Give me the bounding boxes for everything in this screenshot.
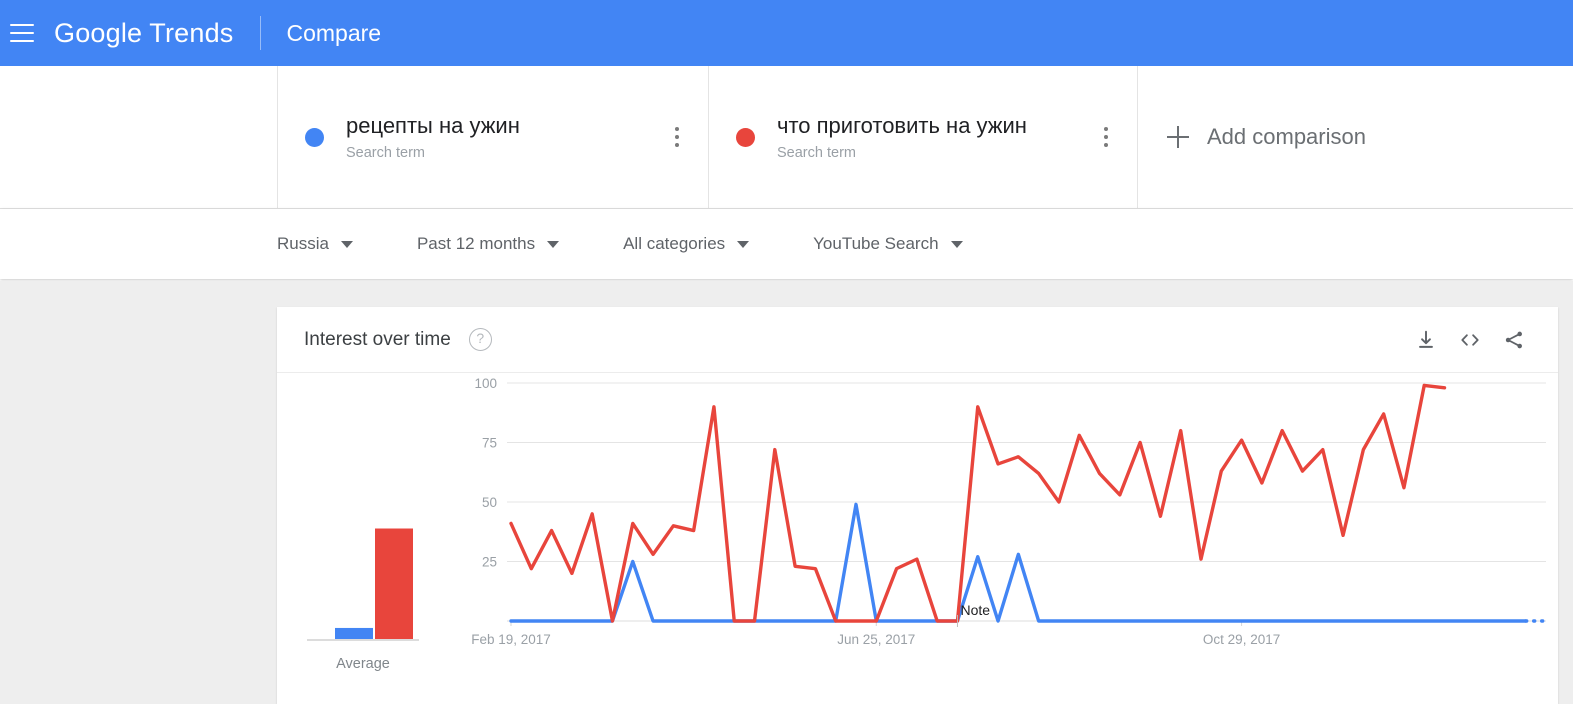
- series-color-dot-1: [305, 127, 324, 147]
- add-comparison-button[interactable]: Add comparison: [1167, 124, 1366, 150]
- average-bars-panel: Average: [277, 373, 449, 704]
- search-term-text-group-1: рецепты на ужин Search term: [346, 111, 664, 164]
- y-axis-tick: 50: [482, 495, 497, 510]
- search-term-type-2: Search term: [777, 144, 856, 161]
- series-color-dot-2: [736, 127, 755, 147]
- filter-category-label: All categories: [623, 234, 726, 253]
- section-title-compare: Compare: [286, 19, 382, 46]
- card-title: Interest over time: [304, 328, 451, 350]
- x-axis-tick: Jun 25, 2017: [837, 632, 915, 647]
- filter-search-type-label: YouTube Search: [813, 234, 939, 253]
- share-icon[interactable]: [1492, 318, 1536, 362]
- search-term-label-1: рецепты на ужин: [346, 112, 520, 138]
- filter-bar: Russia Past 12 months All categories You…: [0, 209, 1573, 279]
- y-axis-tick: 25: [482, 555, 497, 570]
- page-body: Interest over time ? Average 25 50 75 10…: [0, 281, 1573, 704]
- filter-location-label: Russia: [277, 234, 329, 253]
- filter-search-type[interactable]: YouTube Search: [813, 234, 963, 254]
- search-term-label-2: что приготовить на ужин: [777, 112, 1027, 138]
- app-logo[interactable]: Google Trends: [54, 18, 234, 49]
- filter-category[interactable]: All categories: [623, 234, 750, 254]
- average-bar-2: [375, 528, 413, 639]
- x-axis-tick: Feb 19, 2017: [471, 632, 551, 647]
- chevron-down-icon-category: [737, 240, 750, 248]
- x-axis-tick: Oct 29, 2017: [1203, 632, 1280, 647]
- filter-location[interactable]: Russia: [277, 234, 353, 254]
- hamburger-line: [10, 32, 34, 34]
- comparison-terms-row: рецепты на ужин Search term что приготов…: [0, 66, 1573, 209]
- header-divider: [259, 16, 261, 50]
- y-axis-tick: 75: [482, 436, 497, 451]
- search-term-card-1[interactable]: рецепты на ужин Search term: [277, 66, 708, 208]
- filter-time-range-label: Past 12 months: [416, 234, 536, 253]
- download-icon[interactable]: [1404, 318, 1448, 362]
- hamburger-menu-icon[interactable]: [10, 24, 34, 42]
- add-comparison-label: Add comparison: [1207, 124, 1366, 149]
- app-bar: Google Trends Compare: [0, 0, 1573, 66]
- series-line-2: [509, 383, 1447, 623]
- chevron-down-icon-search-type: [950, 240, 963, 248]
- average-bar-1: [335, 627, 373, 639]
- chart-area: Average 25 50 75 100 Feb 19, 2017 Jun 25, 201…: [277, 373, 1558, 704]
- card-header: Interest over time ?: [277, 307, 1558, 373]
- embed-code-icon[interactable]: [1448, 318, 1492, 362]
- brand-google: Google: [54, 17, 143, 48]
- chevron-down-icon-location: [340, 240, 353, 248]
- note-label[interactable]: Note: [960, 602, 990, 618]
- hamburger-line: [10, 24, 34, 26]
- search-term-card-2[interactable]: что приготовить на ужин Search term: [708, 66, 1137, 208]
- help-circle-icon[interactable]: ?: [468, 328, 492, 351]
- more-vert-icon-2[interactable]: [1093, 122, 1119, 152]
- chevron-down-icon-time: [547, 240, 560, 248]
- series-line-1: [509, 502, 1528, 623]
- average-bars-svg: [307, 528, 419, 641]
- plus-icon: [1167, 126, 1189, 148]
- filter-group: Russia Past 12 months All categories You…: [277, 209, 1027, 279]
- average-axis-label: Average: [336, 656, 390, 672]
- add-comparison-cell[interactable]: Add comparison: [1137, 66, 1573, 208]
- more-vert-icon-1[interactable]: [664, 122, 690, 152]
- search-term-text-group-2: что приготовить на ужин Search term: [777, 111, 1093, 164]
- filter-time-range[interactable]: Past 12 months: [416, 234, 560, 254]
- brand-trends: Trends: [149, 17, 234, 48]
- y-axis-tick: 100: [474, 376, 497, 391]
- hamburger-line: [10, 40, 34, 42]
- time-series-plot[interactable]: 25 50 75 100 Feb 19, 2017 Jun 25, 2017 Oct 29,…: [449, 373, 1558, 704]
- card-action-group: [1404, 307, 1536, 372]
- search-term-type-1: Search term: [346, 144, 425, 161]
- interest-over-time-card: Interest over time ? Average 25 50 75 10…: [277, 307, 1558, 704]
- interest-over-time-svg: 25 50 75 100 Feb 19, 2017 Jun 25, 2017 Oct 29,…: [471, 376, 1548, 647]
